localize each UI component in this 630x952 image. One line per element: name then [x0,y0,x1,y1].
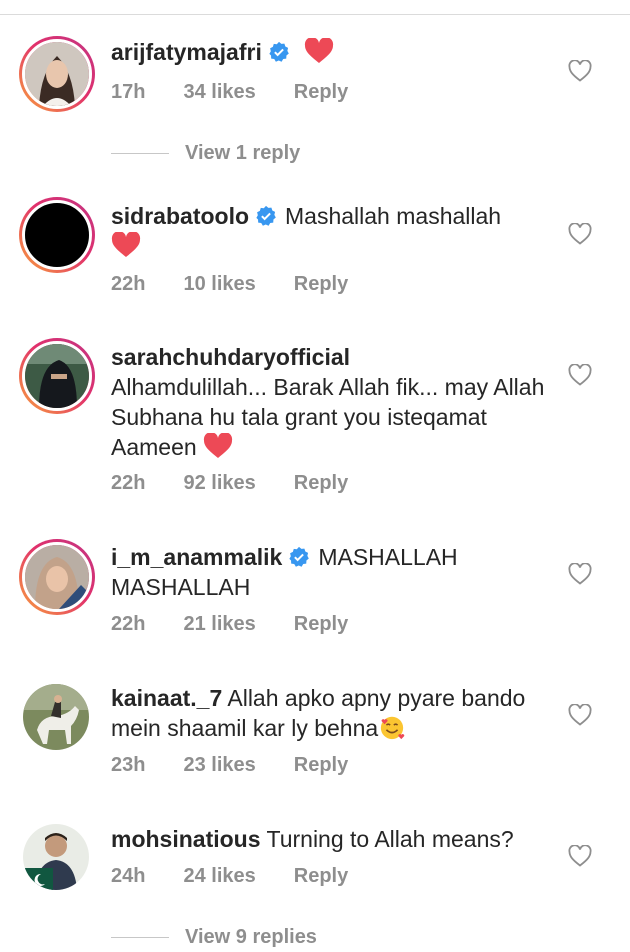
comment-body: i_m_anammalik MASHALLAH MASHALLAH [111,542,556,602]
heart-outline-icon[interactable] [568,223,592,245]
avatar[interactable] [19,338,95,414]
top-divider [0,14,630,15]
likes-count[interactable]: 92 likes [183,472,255,495]
comment-body: arijfatymajafri [111,37,556,67]
smiling-face-with-hearts-icon [381,716,405,740]
heart-outline-icon[interactable] [568,60,592,82]
red-heart-emoji-icon [111,232,141,257]
comment-time: 22h [111,273,146,295]
reply-button[interactable]: Reply [294,81,348,104]
comment-body: mohsinatious Turning to Allah means? [111,824,556,854]
heart-outline-icon[interactable] [568,845,592,867]
comment-time: 24h [111,865,146,887]
username[interactable]: kainaat._7 [111,685,222,711]
comment-text: Alhamdulillah... Barak Allah fik... may … [111,374,545,460]
likes-count[interactable]: 23 likes [183,754,255,777]
man-pakistan-flag-avatar-icon [23,824,89,890]
avatar[interactable] [23,824,89,890]
username[interactable]: arijfatymajafri [111,39,262,65]
red-heart-emoji-icon [305,38,334,63]
black-avatar-icon [22,200,92,270]
username[interactable]: mohsinatious [111,826,261,852]
horse-rider-avatar-icon [23,684,89,750]
comment-body: sarahchuhdaryofficial Alhamdulillah... B… [111,342,556,462]
username[interactable]: i_m_anammalik [111,544,282,570]
comment-text: Turning to Allah means? [266,826,514,852]
hijab-portrait-avatar-icon [22,542,92,612]
comment-time: 22h [111,472,146,494]
avatar[interactable] [23,684,89,750]
avatar[interactable] [19,36,95,112]
verified-badge-icon [269,41,289,62]
verified-badge-icon [256,205,276,226]
red-heart-emoji-icon [203,433,233,458]
username[interactable]: sidrabatoolo [111,203,249,229]
comment-time: 17h [111,81,146,103]
comment-time: 22h [111,613,146,635]
view-replies-line [111,153,169,155]
reply-button[interactable]: Reply [294,754,348,777]
comment-body: kainaat._7 Allah apko apny pyare bando m… [111,683,556,743]
comment-meta: 22h 92 likes Reply [111,472,386,495]
view-replies-button[interactable]: View 1 reply [111,142,300,165]
view-replies-button[interactable]: View 9 replies [111,926,317,949]
likes-count[interactable]: 34 likes [183,81,255,104]
comment-meta: 24h 24 likes Reply [111,865,386,888]
comment-meta: 22h 10 likes Reply [111,273,386,296]
likes-count[interactable]: 10 likes [183,273,255,296]
heart-outline-icon[interactable] [568,563,592,585]
view-replies-label: View 9 replies [185,926,317,948]
reply-button[interactable]: Reply [294,472,348,495]
reply-button[interactable]: Reply [294,273,348,296]
comment-meta: 17h 34 likes Reply [111,81,386,104]
niqab-portrait-avatar-icon [22,341,92,411]
reply-button[interactable]: Reply [294,613,348,636]
comment-text: Mashallah mashallah [285,203,502,229]
verified-badge-icon [289,546,310,567]
reply-button[interactable]: Reply [294,865,348,888]
likes-count[interactable]: 21 likes [183,613,255,636]
likes-count[interactable]: 24 likes [183,865,255,888]
view-replies-line [111,937,169,939]
username[interactable]: sarahchuhdaryofficial [111,344,350,370]
comment-meta: 22h 21 likes Reply [111,613,386,636]
heart-outline-icon[interactable] [568,364,592,386]
comment-meta: 23h 23 likes Reply [111,754,386,777]
avatar[interactable] [19,539,95,615]
woman-portrait-avatar-icon [22,39,92,109]
comment-time: 23h [111,754,146,776]
view-replies-label: View 1 reply [185,142,301,164]
avatar[interactable] [19,197,95,273]
comment-body: sidrabatoolo Mashallah mashallah [111,201,556,261]
heart-outline-icon[interactable] [568,704,592,726]
